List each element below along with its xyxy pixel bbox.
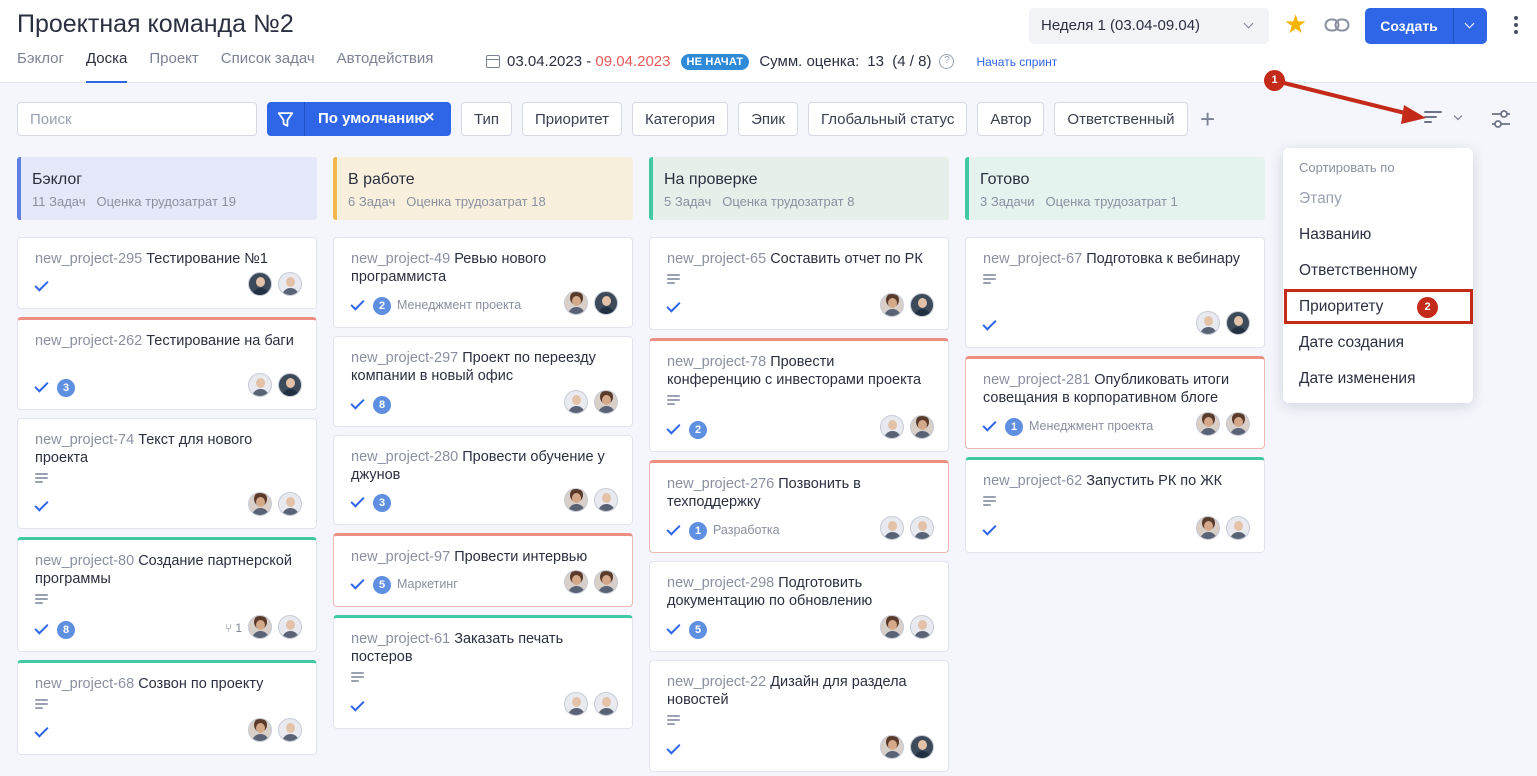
annotation-marker-1: 1 [1264,70,1285,91]
annotation-marker-2: 2 [1417,297,1438,318]
annotation-arrow [1283,81,1426,124]
